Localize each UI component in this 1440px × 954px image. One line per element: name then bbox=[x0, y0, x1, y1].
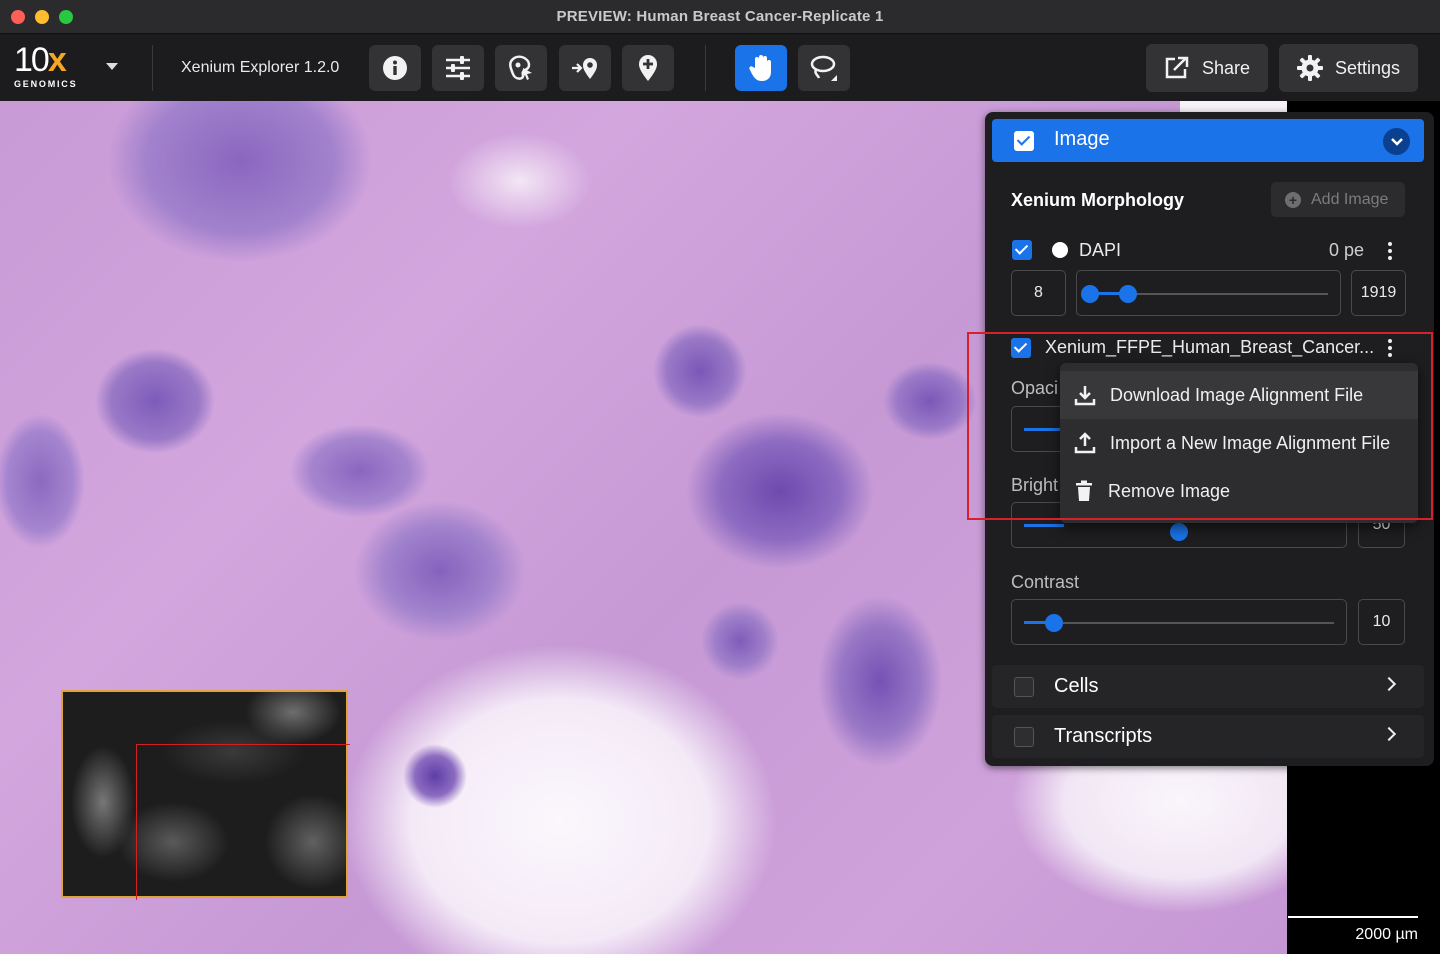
transcripts-label: Transcripts bbox=[1054, 725, 1153, 747]
he-image-more-icon[interactable] bbox=[1388, 339, 1392, 357]
cells-checkbox[interactable] bbox=[1014, 677, 1034, 697]
dapi-color-swatch[interactable] bbox=[1052, 242, 1068, 258]
he-image-label: Xenium_FFPE_Human_Breast_Cancer... bbox=[1045, 337, 1375, 357]
app-version: Xenium Explorer 1.2.0 bbox=[181, 59, 340, 76]
10x-genomics-logo[interactable]: 10x GENOMICS bbox=[14, 43, 77, 89]
minimap-viewport-indicator[interactable] bbox=[136, 744, 350, 900]
minimap[interactable] bbox=[61, 690, 350, 900]
dapi-max-thumb[interactable] bbox=[1119, 285, 1137, 303]
window-title: PREVIEW: Human Breast Cancer-Replicate 1 bbox=[556, 8, 884, 25]
logo-main-text: 10 bbox=[14, 41, 50, 79]
hand-pan-icon bbox=[749, 55, 771, 81]
contrast-slider[interactable] bbox=[1011, 599, 1347, 645]
transcripts-checkbox[interactable] bbox=[1014, 727, 1034, 747]
share-button[interactable]: Share bbox=[1146, 44, 1269, 92]
dapi-max-input[interactable]: 1919 bbox=[1351, 270, 1406, 316]
title-bar: PREVIEW: Human Breast Cancer-Replicate 1 bbox=[0, 0, 1440, 34]
settings-button[interactable]: Settings bbox=[1279, 44, 1419, 92]
contrast-thumb[interactable] bbox=[1045, 614, 1063, 632]
toolbar-divider bbox=[152, 45, 153, 91]
caret-down-icon[interactable] bbox=[106, 63, 118, 70]
download-alignment-file-item[interactable]: Download Image Alignment File bbox=[1060, 371, 1418, 419]
toolbar-divider bbox=[705, 45, 706, 91]
trash-icon bbox=[1076, 480, 1092, 501]
lasso-icon bbox=[810, 55, 837, 81]
upload-icon bbox=[1074, 432, 1096, 454]
menu-item-label: Download Image Alignment File bbox=[1110, 384, 1364, 405]
section-title: Xenium Morphology bbox=[1011, 190, 1184, 210]
image-layer-header[interactable]: Image bbox=[992, 119, 1424, 162]
add-pin-button[interactable] bbox=[622, 45, 674, 91]
cell-select-icon bbox=[509, 55, 532, 80]
cells-label: Cells bbox=[1054, 675, 1099, 697]
lasso-tool-button[interactable] bbox=[798, 45, 850, 91]
image-layer-title: Image bbox=[1054, 128, 1110, 150]
info-icon bbox=[383, 56, 407, 80]
menu-item-label: Import a New Image Alignment File bbox=[1110, 432, 1391, 453]
move-pin-button[interactable] bbox=[559, 45, 611, 91]
pan-tool-button[interactable] bbox=[735, 45, 787, 91]
brightness-thumb[interactable] bbox=[1170, 523, 1188, 541]
sliders-icon bbox=[446, 56, 470, 80]
collapse-image-layer-button[interactable] bbox=[1383, 128, 1410, 155]
logo-x-text: x bbox=[47, 41, 67, 79]
slider-fill bbox=[1024, 428, 1064, 431]
logo-sub-text: GENOMICS bbox=[14, 79, 78, 89]
dapi-min-input[interactable]: 8 bbox=[1011, 270, 1066, 316]
chevron-down-icon bbox=[1390, 137, 1403, 146]
opacity-label: Opaci bbox=[1011, 378, 1059, 398]
remove-image-item[interactable]: Remove Image bbox=[1060, 467, 1418, 515]
transcripts-layer-row[interactable]: Transcripts bbox=[992, 715, 1424, 758]
menu-item-label: Remove Image bbox=[1108, 480, 1231, 501]
info-button[interactable] bbox=[369, 45, 421, 91]
add-pin-icon bbox=[639, 55, 657, 81]
dapi-range-slider[interactable] bbox=[1076, 270, 1341, 316]
scale-bar-label: 2000 µm bbox=[1355, 926, 1418, 943]
chevron-right-icon[interactable] bbox=[1381, 726, 1397, 742]
scale-bar bbox=[1288, 916, 1418, 918]
dapi-min-thumb[interactable] bbox=[1081, 285, 1099, 303]
dapi-checkbox[interactable] bbox=[1012, 240, 1032, 260]
brightness-label: Bright bbox=[1011, 475, 1059, 495]
gear-icon bbox=[1297, 55, 1323, 81]
contrast-input[interactable]: 10 bbox=[1358, 599, 1405, 645]
image-context-menu: Download Image Alignment File Import a N… bbox=[1060, 363, 1418, 523]
download-icon bbox=[1074, 386, 1096, 406]
toolbar: 10x GENOMICS Xenium Explorer 1.2.0 Share… bbox=[0, 35, 1440, 101]
move-pin-icon bbox=[572, 58, 597, 79]
import-alignment-file-item[interactable]: Import a New Image Alignment File bbox=[1060, 419, 1418, 467]
cell-select-button[interactable] bbox=[495, 45, 547, 91]
plus-circle-icon: + bbox=[1285, 191, 1301, 208]
adjustments-button[interactable] bbox=[432, 45, 484, 91]
dapi-label: DAPI bbox=[1079, 240, 1122, 260]
settings-label: Settings bbox=[1335, 57, 1401, 78]
share-label: Share bbox=[1202, 57, 1251, 78]
chevron-right-icon[interactable] bbox=[1381, 676, 1397, 692]
contrast-label: Contrast bbox=[1011, 572, 1080, 592]
add-image-label: Add Image bbox=[1311, 190, 1389, 208]
he-image-checkbox[interactable] bbox=[1011, 338, 1031, 358]
cells-layer-row[interactable]: Cells bbox=[992, 665, 1424, 708]
slider-track bbox=[1024, 622, 1334, 624]
slider-fill bbox=[1024, 524, 1064, 527]
add-image-button[interactable]: + Add Image bbox=[1271, 182, 1405, 217]
dapi-more-icon[interactable] bbox=[1388, 242, 1392, 260]
share-icon bbox=[1165, 56, 1189, 79]
dapi-value-label: 0 pe bbox=[1329, 240, 1365, 260]
image-layer-checkbox[interactable] bbox=[1014, 131, 1034, 151]
